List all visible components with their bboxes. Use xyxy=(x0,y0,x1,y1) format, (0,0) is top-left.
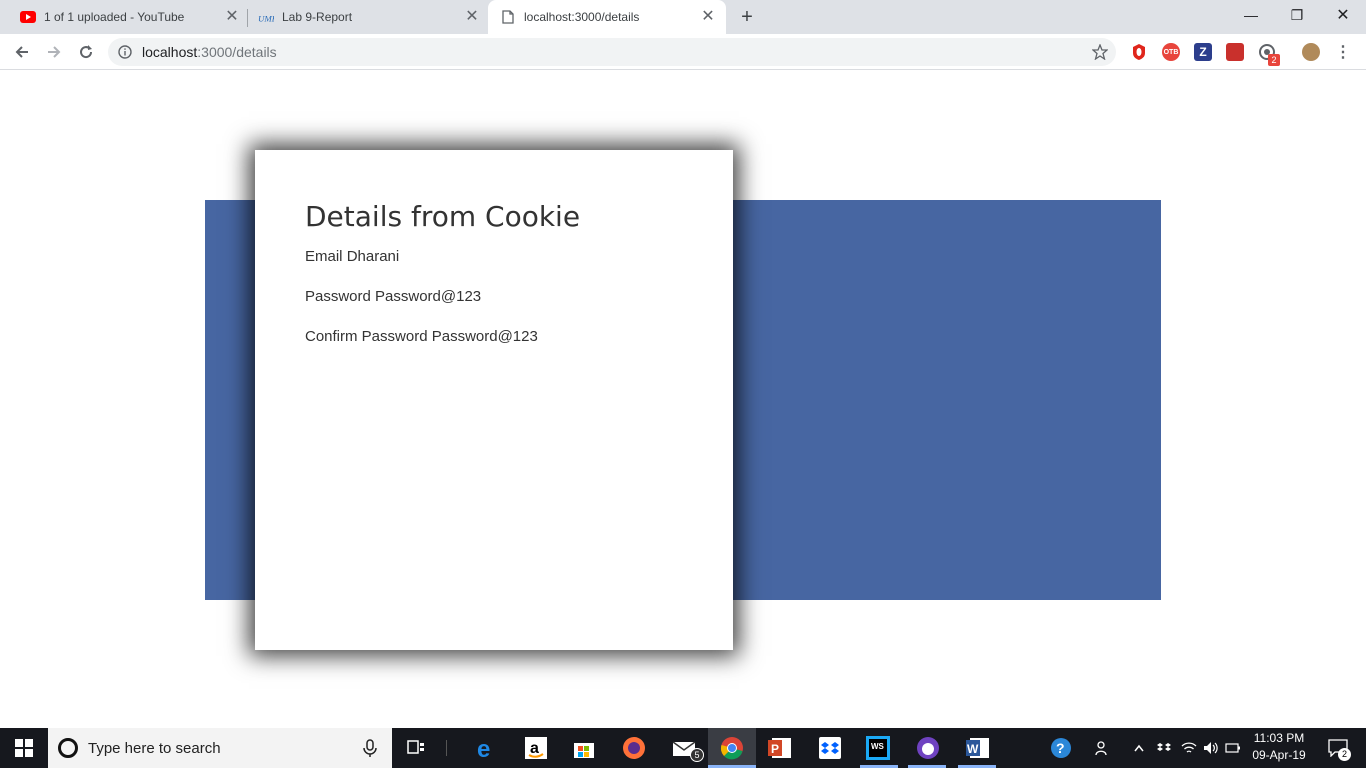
tabs-icon[interactable]: OTB xyxy=(1162,43,1180,61)
firefox-icon[interactable] xyxy=(614,732,654,764)
address-bar[interactable]: localhost:3000/details xyxy=(108,38,1116,66)
tab-separator xyxy=(247,9,248,27)
arrow-left-icon xyxy=(15,46,28,58)
store-icon[interactable] xyxy=(564,732,604,764)
svg-text:W: W xyxy=(967,742,979,756)
help-icon[interactable]: ? xyxy=(1044,728,1078,768)
taskbar-divider xyxy=(446,740,447,756)
amazon-icon[interactable]: a xyxy=(516,732,556,764)
url-path: :3000/details xyxy=(197,44,277,60)
confirm-password-value: Password@123 xyxy=(431,328,538,345)
reload-icon xyxy=(80,45,93,59)
taskbar-search[interactable]: Type here to search xyxy=(48,728,392,768)
task-view-icon[interactable] xyxy=(396,732,436,764)
start-button[interactable] xyxy=(0,728,48,768)
volume-icon[interactable] xyxy=(1200,728,1222,768)
email-row: Email Dharani xyxy=(305,248,683,266)
youtube-icon xyxy=(20,9,36,25)
profile-avatar[interactable] xyxy=(1302,43,1320,61)
close-tab-button[interactable]: ✕ xyxy=(700,9,716,25)
url-host: localhost xyxy=(142,44,198,60)
search-placeholder: Type here to search xyxy=(88,739,221,757)
back-button[interactable] xyxy=(8,38,36,66)
page-content: Details from Cookie Email Dharani Passwo… xyxy=(0,71,1366,728)
extension-badge: 2 xyxy=(1268,54,1280,66)
mail-badge: 5 xyxy=(690,748,704,762)
bookmark-icon[interactable] xyxy=(1226,43,1244,61)
tab-title: Lab 9-Report xyxy=(282,10,353,24)
password-value: Password@123 xyxy=(375,288,482,305)
browser-toolbar: localhost:3000/details OTB Z 2 ⋮ xyxy=(0,34,1366,70)
powerpoint-icon[interactable]: P xyxy=(760,732,800,764)
cortana-icon xyxy=(58,738,78,758)
menu-dots-icon[interactable]: ⋮ xyxy=(1334,43,1352,61)
close-window-button[interactable]: ✕ xyxy=(1320,0,1366,30)
notification-center-button[interactable]: 2 xyxy=(1320,728,1356,768)
confirm-password-row: Confirm Password Password@123 xyxy=(305,328,683,346)
svg-text:?: ? xyxy=(1056,740,1065,756)
tab-title: localhost:3000/details xyxy=(524,10,640,24)
chevron-up-icon[interactable] xyxy=(1130,728,1148,768)
details-card: Details from Cookie Email Dharani Passwo… xyxy=(255,150,733,650)
notification-count-badge: 2 xyxy=(1338,748,1351,761)
webstorm-icon[interactable]: WS xyxy=(858,732,898,764)
minimize-button[interactable]: — xyxy=(1228,0,1274,30)
microphone-icon[interactable] xyxy=(360,738,380,758)
info-icon xyxy=(118,45,132,59)
opera-icon[interactable] xyxy=(1130,43,1148,61)
tab-details[interactable]: localhost:3000/details ✕ xyxy=(488,0,726,34)
github-desktop-icon[interactable] xyxy=(908,732,948,764)
edge-icon[interactable]: e xyxy=(466,732,506,764)
email-value: Dharani xyxy=(346,248,400,265)
mail-icon[interactable]: 5 xyxy=(664,732,704,764)
svg-text:P: P xyxy=(771,742,779,756)
page-icon xyxy=(500,9,516,25)
forward-button[interactable] xyxy=(40,38,68,66)
system-clock[interactable]: 11:03 PM 09-Apr-19 xyxy=(1240,730,1318,766)
svg-text:UMKC: UMKC xyxy=(258,13,274,23)
bookmark-star-icon[interactable] xyxy=(1092,44,1108,60)
dropbox-icon[interactable] xyxy=(810,732,850,764)
password-label: Password xyxy=(305,288,371,305)
tab-title: 1 of 1 uploaded - YouTube xyxy=(44,10,185,24)
tab-strip: 1 of 1 uploaded - YouTube ✕ UMKC Lab 9-R… xyxy=(0,0,1366,34)
confirm-password-label: Confirm Password xyxy=(305,328,428,345)
arrow-right-icon xyxy=(48,46,61,58)
new-tab-button[interactable]: + xyxy=(736,6,758,28)
windows-taskbar: Type here to search e a 5 P WS W ? 11:03… xyxy=(0,728,1366,768)
zotero-icon[interactable]: Z xyxy=(1194,43,1212,61)
dropbox-tray-icon[interactable] xyxy=(1154,728,1174,768)
tab-youtube[interactable]: 1 of 1 uploaded - YouTube ✕ xyxy=(12,0,244,34)
chrome-icon[interactable] xyxy=(712,732,752,764)
url-text: localhost:3000/details xyxy=(142,44,277,60)
svg-text:e: e xyxy=(477,736,490,760)
svg-text:a: a xyxy=(530,740,539,757)
page-title: Details from Cookie xyxy=(305,200,581,233)
umkc-icon: UMKC xyxy=(258,9,274,25)
clock-date: 09-Apr-19 xyxy=(1252,748,1306,762)
password-row: Password Password@123 xyxy=(305,288,683,306)
svg-text:WS: WS xyxy=(871,742,885,751)
close-tab-button[interactable]: ✕ xyxy=(224,9,240,25)
word-icon[interactable]: W xyxy=(958,732,998,764)
reload-button[interactable] xyxy=(72,38,100,66)
wifi-icon[interactable] xyxy=(1178,728,1200,768)
email-label: Email xyxy=(305,248,343,265)
people-icon[interactable] xyxy=(1090,728,1116,768)
close-tab-button[interactable]: ✕ xyxy=(464,9,480,25)
clock-time: 11:03 PM xyxy=(1253,731,1305,745)
tab-lab-report[interactable]: UMKC Lab 9-Report ✕ xyxy=(250,0,484,34)
restore-button[interactable]: ❐ xyxy=(1274,0,1320,30)
windows-logo-icon xyxy=(15,739,33,757)
